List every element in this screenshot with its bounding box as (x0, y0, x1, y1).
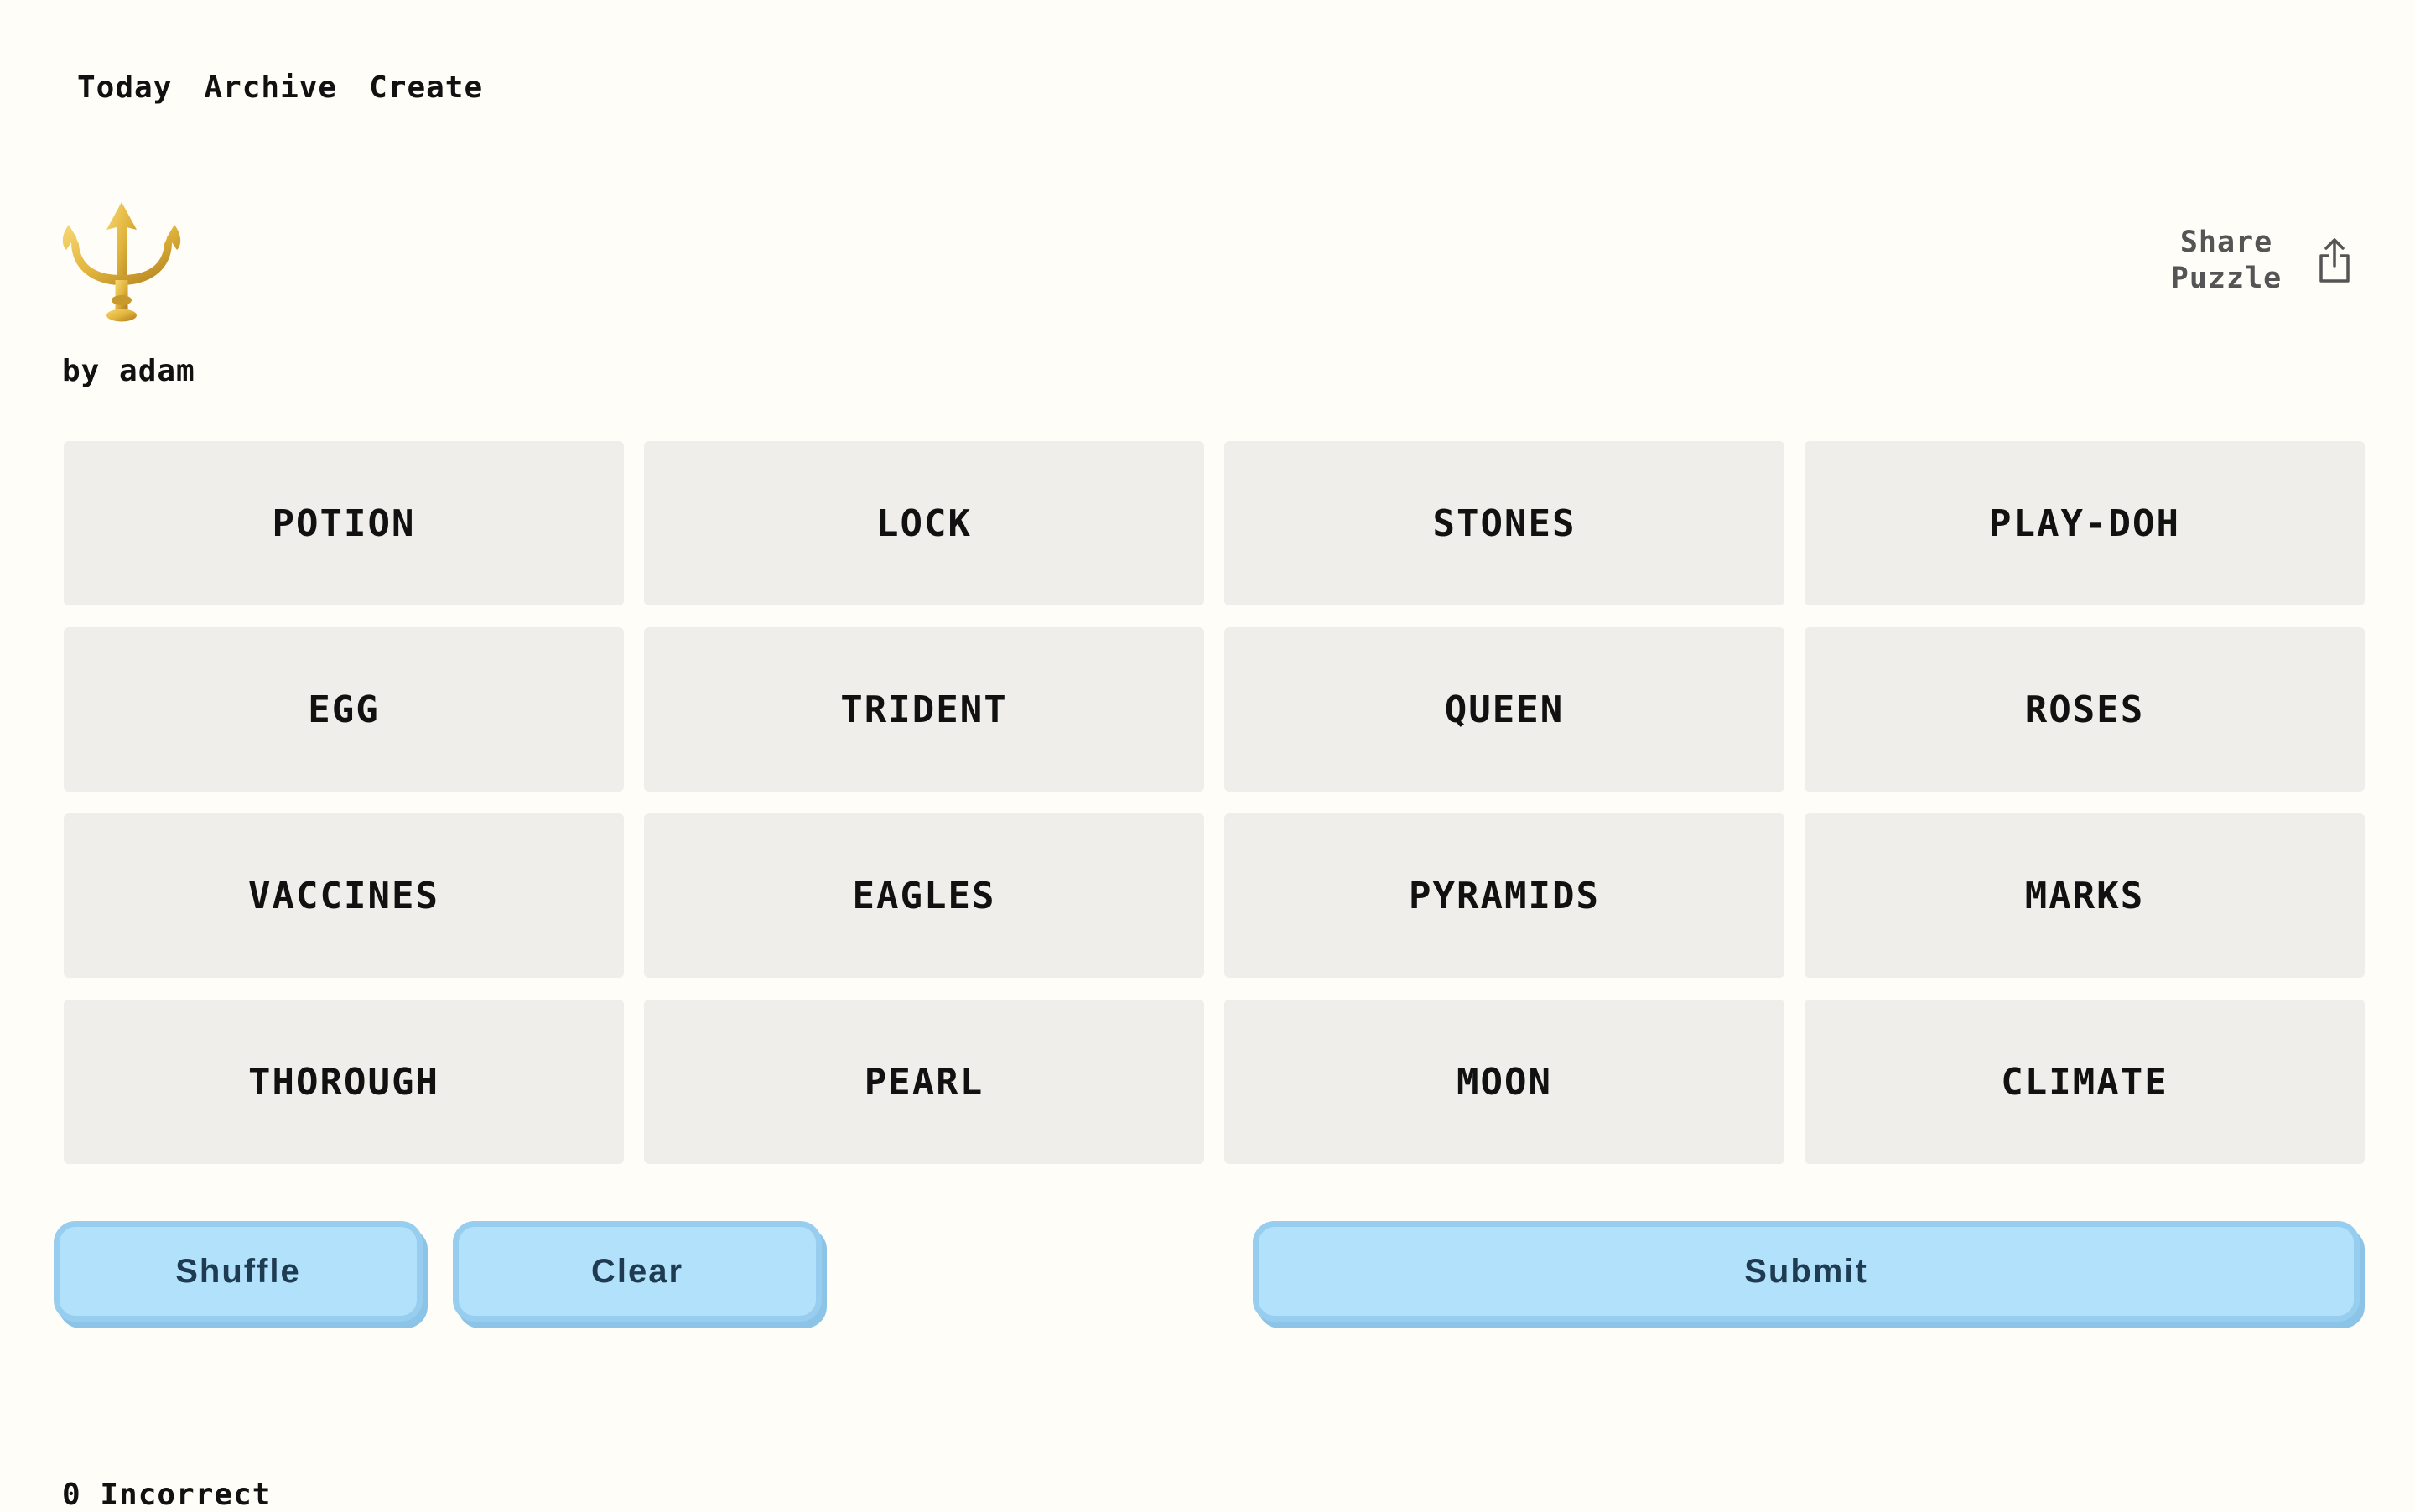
word-tile[interactable]: LOCK (644, 441, 1204, 605)
clear-button[interactable]: Clear (453, 1221, 822, 1322)
puzzle-author: by adam (62, 354, 195, 388)
share-label-line-1: Share (2179, 226, 2273, 259)
word-tile[interactable]: POTION (64, 441, 624, 605)
word-tile[interactable]: ROSES (1805, 627, 2365, 792)
word-tile[interactable]: EGG (64, 627, 624, 792)
word-tile[interactable]: QUEEN (1224, 627, 1784, 792)
nav-create-link[interactable]: Create (369, 70, 483, 105)
word-tile[interactable]: TRIDENT (644, 627, 1204, 792)
incorrect-count: 0 Incorrect (62, 1478, 272, 1512)
word-tile[interactable]: THOROUGH (64, 1000, 624, 1164)
word-tile[interactable]: PLAY-DOH (1805, 441, 2365, 605)
share-label-line-2: Puzzle (2170, 262, 2283, 295)
word-tile[interactable]: PEARL (644, 1000, 1204, 1164)
share-icon (2319, 238, 2350, 283)
word-tile[interactable]: EAGLES (644, 813, 1204, 978)
share-puzzle-button[interactable]: Share Puzzle (2155, 225, 2353, 297)
submit-button[interactable]: Submit (1253, 1221, 2360, 1322)
word-tile[interactable]: MOON (1224, 1000, 1784, 1164)
word-grid: POTION LOCK STONES PLAY-DOH EGG TRIDENT … (64, 441, 2366, 1164)
share-puzzle-label: Share Puzzle (2155, 225, 2298, 297)
word-tile[interactable]: STONES (1224, 441, 1784, 605)
word-tile[interactable]: MARKS (1805, 813, 2365, 978)
word-tile[interactable]: VACCINES (64, 813, 624, 978)
nav-today-link[interactable]: Today (77, 70, 172, 105)
word-tile[interactable]: PYRAMIDS (1224, 813, 1784, 978)
nav-archive-link[interactable]: Archive (204, 70, 337, 105)
shuffle-button[interactable]: Shuffle (54, 1221, 423, 1322)
trident-emoji-icon (62, 202, 181, 322)
word-tile[interactable]: CLIMATE (1805, 1000, 2365, 1164)
top-nav: Today Archive Create (77, 70, 483, 105)
